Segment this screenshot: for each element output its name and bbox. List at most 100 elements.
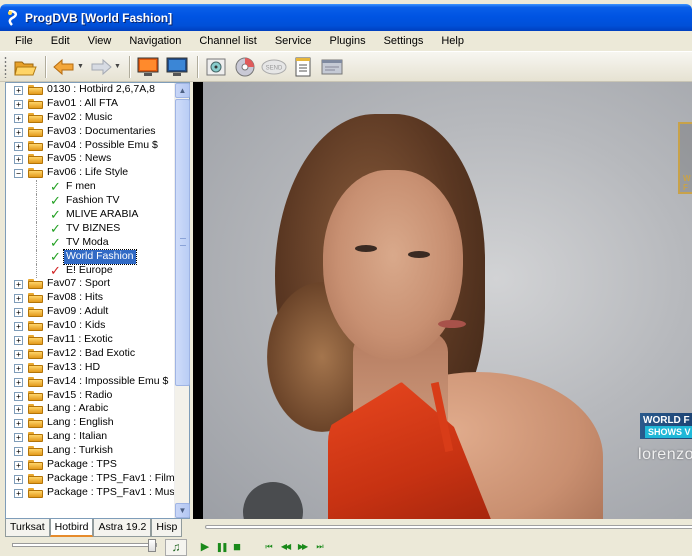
stop-icon[interactable]: ■: [230, 540, 244, 554]
expand-icon[interactable]: +: [14, 433, 23, 443]
channel-group-item[interactable]: + Fav08 : Hits: [6, 291, 176, 305]
menu-plugins[interactable]: Plugins: [321, 31, 375, 51]
back-arrow-icon[interactable]: [51, 54, 77, 80]
expand-icon[interactable]: +: [14, 86, 23, 95]
expand-icon[interactable]: +: [14, 113, 23, 123]
tab-turksat[interactable]: Turksat: [5, 519, 50, 537]
expand-icon[interactable]: +: [14, 280, 23, 290]
channel-group-item[interactable]: + Fav04 : Possible Emu $: [6, 139, 176, 153]
menu-channel-list[interactable]: Channel list: [190, 31, 265, 51]
channel-group-item[interactable]: − Fav06 : Life Style: [6, 166, 176, 180]
channel-item[interactable]: ✓ TV BIZNES: [6, 221, 176, 236]
channel-group-item[interactable]: + Fav10 : Kids: [6, 319, 176, 333]
expand-icon[interactable]: +: [14, 349, 23, 359]
channel-group-item[interactable]: + Package : TPS: [6, 458, 176, 472]
fast-forward-icon[interactable]: ▶▶: [295, 540, 309, 554]
scroll-up-button[interactable]: ▲: [175, 83, 190, 98]
tab-hotbird[interactable]: Hotbird: [49, 519, 94, 537]
tv-monitor-icon[interactable]: [135, 54, 161, 80]
video-display[interactable]: W F WORLD F SHOWS V lorenzo: [203, 82, 692, 519]
cd-icon[interactable]: [232, 54, 258, 80]
channel-tree[interactable]: +0130 : Hotbird 2,6,7A,8 + Fav01 : All FTA…: [6, 83, 176, 518]
expand-icon[interactable]: +: [14, 377, 23, 387]
channel-group-item[interactable]: + Fav03 : Documentaries: [6, 125, 176, 139]
scroll-down-button[interactable]: ▼: [175, 503, 190, 518]
channel-group-item[interactable]: + Fav05 : News: [6, 152, 176, 166]
open-folder-icon[interactable]: [12, 54, 38, 80]
channel-group-item[interactable]: + Lang : Italian: [6, 430, 176, 444]
expand-icon[interactable]: +: [14, 461, 23, 471]
seek-bar[interactable]: [205, 525, 692, 529]
next-icon[interactable]: ⏭: [312, 540, 326, 554]
scroll-thumb[interactable]: [175, 99, 190, 386]
channel-group-item[interactable]: + Lang : Turkish: [6, 444, 176, 458]
channel-item[interactable]: ✓ F men: [6, 180, 176, 195]
channel-group-item[interactable]: + Fav07 : Sport: [6, 277, 176, 291]
title-bar[interactable]: ProgDVB [World Fashion]: [0, 4, 692, 31]
channel-group-item[interactable]: + Fav14 : Impossible Emu $: [6, 375, 176, 389]
channel-group-item[interactable]: + Lang : Arabic: [6, 402, 176, 416]
channel-group-item[interactable]: + Fav02 : Music: [6, 111, 176, 125]
notepad-icon[interactable]: [290, 54, 316, 80]
volume-handle[interactable]: [148, 539, 156, 552]
tab-astra-19-2[interactable]: Astra 19.2: [93, 519, 152, 537]
channel-group-item[interactable]: + Fav12 : Bad Exotic: [6, 347, 176, 361]
channel-item[interactable]: ✓ TV Moda: [6, 235, 176, 250]
menu-view[interactable]: View: [79, 31, 121, 51]
expand-icon[interactable]: +: [14, 127, 23, 137]
expand-icon[interactable]: +: [14, 294, 23, 304]
channel-group-item[interactable]: + Fav13 : HD: [6, 361, 176, 375]
expand-icon[interactable]: +: [14, 336, 23, 346]
channel-group-item[interactable]: + Fav01 : All FTA: [6, 97, 176, 111]
tree-scrollbar[interactable]: ▲ ▼: [174, 83, 190, 518]
channel-group-item[interactable]: + Fav15 : Radio: [6, 389, 176, 403]
channel-group-item[interactable]: + Package : TPS_Fav1 : Film: [6, 472, 176, 486]
send-message-icon[interactable]: SEND: [261, 54, 287, 80]
expand-icon[interactable]: +: [14, 363, 23, 373]
menu-edit[interactable]: Edit: [42, 31, 79, 51]
folder-icon: [28, 279, 43, 290]
channel-group-item[interactable]: + Package : TPS_Fav1 : Music: [6, 486, 176, 500]
channel-item[interactable]: ✓ World Fashion: [6, 248, 176, 265]
menu-file[interactable]: File: [6, 31, 42, 51]
channel-item[interactable]: ✓ E! Europe: [6, 263, 176, 278]
expand-icon[interactable]: +: [14, 308, 23, 318]
tree-connector-line: [36, 194, 37, 209]
previous-icon[interactable]: ⏮: [261, 540, 275, 554]
expand-icon[interactable]: +: [14, 419, 23, 429]
pause-icon[interactable]: ❚❚: [214, 540, 228, 554]
expand-icon[interactable]: +: [14, 322, 23, 332]
toolbar-grip[interactable]: [4, 55, 7, 78]
tv-record-icon[interactable]: [164, 54, 190, 80]
disk-scan-icon[interactable]: [203, 54, 229, 80]
channel-group-item[interactable]: + Fav09 : Adult: [6, 305, 176, 319]
expand-icon[interactable]: +: [14, 405, 23, 415]
channel-group-item[interactable]: +0130 : Hotbird 2,6,7A,8: [6, 83, 176, 97]
teletext-window-icon[interactable]: [319, 54, 345, 80]
channel-group-item[interactable]: + Lang : English: [6, 416, 176, 430]
play-icon[interactable]: ▶: [198, 540, 212, 554]
expand-icon[interactable]: +: [14, 391, 23, 401]
expand-icon[interactable]: +: [14, 488, 23, 498]
expand-icon[interactable]: +: [14, 474, 23, 484]
rewind-icon[interactable]: ◀◀: [278, 540, 292, 554]
collapse-icon[interactable]: −: [14, 169, 23, 179]
forward-arrow-icon[interactable]: [88, 54, 114, 80]
expand-icon[interactable]: +: [14, 99, 23, 109]
tree-item-label: Fav12 : Bad Exotic: [47, 346, 136, 359]
menu-help[interactable]: Help: [432, 31, 473, 51]
expand-icon[interactable]: +: [14, 155, 23, 165]
tab-hisp[interactable]: Hisp: [151, 519, 183, 537]
channel-item[interactable]: ✓ Fashion TV: [6, 194, 176, 209]
menu-service[interactable]: Service: [266, 31, 321, 51]
back-dropdown-icon[interactable]: ▼: [77, 63, 85, 70]
channel-item[interactable]: ✓ MLIVE ARABIA: [6, 208, 176, 223]
menu-navigation[interactable]: Navigation: [120, 31, 190, 51]
audio-track-button[interactable]: ♫: [165, 539, 187, 556]
forward-dropdown-icon[interactable]: ▼: [114, 63, 122, 70]
volume-slider[interactable]: [12, 543, 157, 547]
channel-group-item[interactable]: + Fav11 : Exotic: [6, 333, 176, 347]
menu-settings[interactable]: Settings: [375, 31, 433, 51]
expand-icon[interactable]: +: [14, 141, 23, 151]
expand-icon[interactable]: +: [14, 447, 23, 457]
